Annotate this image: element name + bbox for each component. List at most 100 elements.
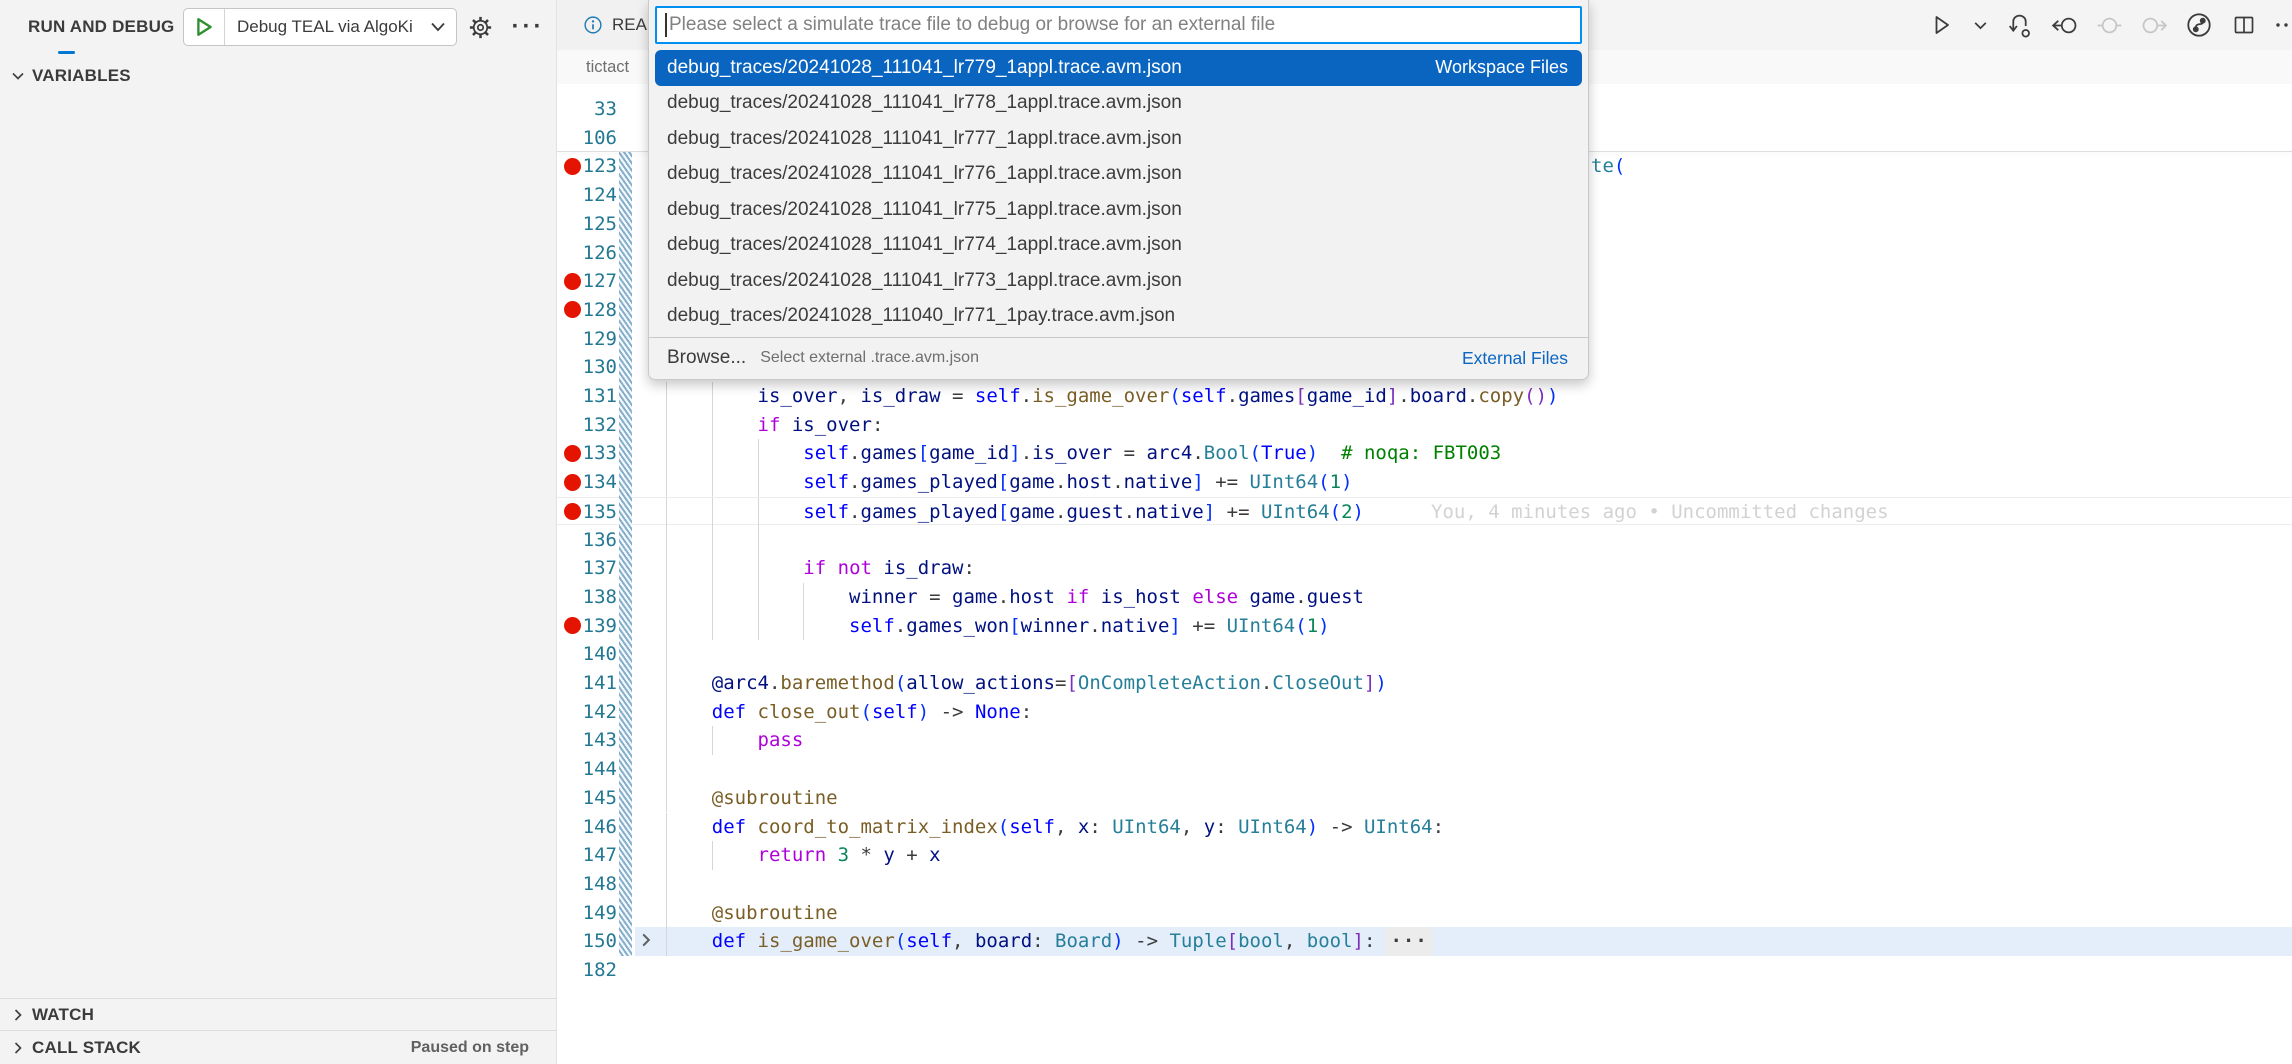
code-line-143[interactable]: 143 pass (557, 726, 2292, 755)
code-text[interactable]: if not is_draw: (666, 554, 975, 583)
line-number[interactable]: 147 (557, 841, 617, 870)
code-line-144[interactable]: 144 (557, 755, 2292, 784)
line-number[interactable]: 149 (557, 899, 617, 928)
code-line-141[interactable]: 141 @arc4.baremethod(allow_actions=[OnCo… (557, 669, 2292, 698)
line-number[interactable]: 127 (557, 267, 617, 296)
code-line-137[interactable]: 137 if not is_draw: (557, 554, 2292, 583)
code-text[interactable]: if is_over: (666, 411, 883, 440)
indent-guide (666, 640, 667, 669)
line-number[interactable]: 135 (557, 498, 617, 527)
breadcrumb-item[interactable]: tictact (586, 58, 629, 77)
line-number[interactable]: 145 (557, 784, 617, 813)
code-line-146[interactable]: 146 def coord_to_matrix_index(self, x: U… (557, 813, 2292, 842)
code-line-140[interactable]: 140 (557, 640, 2292, 669)
line-number[interactable]: 106 (557, 124, 617, 153)
run-graph-icon[interactable] (2184, 10, 2214, 40)
quickpick-item[interactable]: debug_traces/20241028_111040_lr771_1pay.… (655, 299, 1582, 335)
switch-trace-icon[interactable] (2004, 10, 2034, 40)
line-number[interactable]: 124 (557, 181, 617, 210)
line-number[interactable]: 139 (557, 612, 617, 641)
code-text[interactable]: def is_game_over(self, board: Board) -> … (666, 927, 1433, 956)
code-line-136[interactable]: 136 (557, 526, 2292, 555)
quickpick-item[interactable]: debug_traces/20241028_111041_lr775_1appl… (655, 192, 1582, 228)
line-number[interactable]: 144 (557, 755, 617, 784)
code-line-135[interactable]: 135 self.games_played[game.guest.native]… (557, 497, 2292, 526)
line-number[interactable]: 132 (557, 411, 617, 440)
line-number[interactable]: 131 (557, 382, 617, 411)
step-back-icon[interactable] (2049, 10, 2079, 40)
code-text[interactable]: self.games_played[game.host.native] += U… (666, 468, 1353, 497)
line-number[interactable]: 134 (557, 468, 617, 497)
code-text[interactable]: @subroutine (666, 784, 838, 813)
quickpick-item[interactable]: debug_traces/20241028_111041_lr776_1appl… (655, 157, 1582, 193)
code-line-133[interactable]: 133 self.games[game_id].is_over = arc4.B… (557, 439, 2292, 468)
line-number[interactable]: 133 (557, 439, 617, 468)
gear-icon[interactable] (464, 11, 496, 43)
quickpick-item[interactable]: debug_traces/20241028_111041_lr774_1appl… (655, 228, 1582, 264)
chevron-down-icon (428, 21, 456, 33)
chevron-down-icon[interactable] (1971, 10, 1989, 40)
code-text[interactable]: @arc4.baremethod(allow_actions=[OnComple… (666, 669, 1387, 698)
quickpick-input[interactable]: Please select a simulate trace file to d… (655, 6, 1582, 44)
watch-section-header[interactable]: WATCH (0, 998, 556, 1030)
folded-code-ellipsis[interactable]: ··· (1385, 927, 1432, 956)
quickpick-item[interactable]: debug_traces/20241028_111041_lr779_1appl… (655, 50, 1582, 86)
code-line-147[interactable]: 147 return 3 * y + x (557, 841, 2292, 870)
quickpick-item[interactable]: debug_traces/20241028_111041_lr777_1appl… (655, 121, 1582, 157)
line-number[interactable]: 33 (557, 95, 617, 124)
code-line-148[interactable]: 148 (557, 870, 2292, 899)
code-line-138[interactable]: 138 winner = game.host if is_host else g… (557, 583, 2292, 612)
line-number[interactable]: 182 (557, 956, 617, 985)
code-text[interactable]: winner = game.host if is_host else game.… (666, 583, 1364, 612)
run-play-icon[interactable] (1926, 10, 1956, 40)
split-editor-icon[interactable] (2229, 10, 2259, 40)
code-line-149[interactable]: 149 @subroutine (557, 899, 2292, 928)
more-actions-icon[interactable] (2274, 10, 2290, 40)
line-number[interactable]: 138 (557, 583, 617, 612)
call-stack-section-header[interactable]: CALL STACK Paused on step (0, 1030, 556, 1064)
code-text[interactable]: return 3 * y + x (666, 841, 941, 870)
code-text[interactable]: def close_out(self) -> None: (666, 698, 1032, 727)
line-number[interactable]: 143 (557, 726, 617, 755)
code-text[interactable]: self.games[game_id].is_over = arc4.Bool(… (666, 439, 1501, 468)
fold-chevron-icon[interactable] (637, 931, 655, 954)
line-number[interactable]: 128 (557, 296, 617, 325)
code-line-139[interactable]: 139 self.games_won[winner.native] += UIn… (557, 612, 2292, 641)
line-number[interactable]: 130 (557, 353, 617, 382)
line-number[interactable]: 129 (557, 325, 617, 354)
code-text[interactable]: pass (666, 726, 803, 755)
quickpick-item[interactable]: debug_traces/20241028_111041_lr778_1appl… (655, 86, 1582, 122)
more-actions-icon[interactable]: ··· (512, 11, 544, 43)
code-text[interactable]: self.games_played[game.guest.native] += … (666, 498, 1364, 527)
launch-config-selector[interactable]: Debug TEAL via AlgoKi (183, 8, 457, 46)
quickpick-item[interactable]: debug_traces/20241028_111041_lr773_1appl… (655, 263, 1582, 299)
line-number[interactable]: 126 (557, 239, 617, 268)
code-text[interactable]: def coord_to_matrix_index(self, x: UInt6… (666, 813, 1444, 842)
start-debugging-button[interactable] (184, 9, 225, 45)
code-text-fragment[interactable]: te( (1591, 152, 1625, 181)
line-number[interactable]: 150 (557, 927, 617, 956)
line-number[interactable]: 140 (557, 640, 617, 669)
code-text[interactable]: self.games_won[winner.native] += UInt64(… (666, 612, 1330, 641)
code-text[interactable]: is_over, is_draw = self.is_game_over(sel… (666, 382, 1558, 411)
code-line-131[interactable]: 131 is_over, is_draw = self.is_game_over… (557, 382, 2292, 411)
editor-tab[interactable]: REA (557, 0, 661, 50)
variables-section-header[interactable]: VARIABLES (0, 60, 556, 92)
quickpick-browse-item[interactable]: Browse... Select external .trace.avm.jso… (655, 340, 1582, 376)
external-files-link[interactable]: External Files (1462, 348, 1568, 369)
code-line-134[interactable]: 134 self.games_played[game.host.native] … (557, 468, 2292, 497)
code-line-182[interactable]: 182 (557, 956, 2292, 985)
line-number[interactable]: 148 (557, 870, 617, 899)
code-line-132[interactable]: 132 if is_over: (557, 411, 2292, 440)
code-line-142[interactable]: 142 def close_out(self) -> None: (557, 698, 2292, 727)
line-number[interactable]: 123 (557, 152, 617, 181)
line-number[interactable]: 136 (557, 526, 617, 555)
line-number[interactable]: 125 (557, 210, 617, 239)
code-text[interactable]: @subroutine (666, 899, 838, 928)
line-number[interactable]: 146 (557, 813, 617, 842)
code-line-150[interactable]: 150 def is_game_over(self, board: Board)… (557, 927, 2292, 956)
line-number[interactable]: 142 (557, 698, 617, 727)
line-number[interactable]: 137 (557, 554, 617, 583)
line-number[interactable]: 141 (557, 669, 617, 698)
code-line-145[interactable]: 145 @subroutine (557, 784, 2292, 813)
